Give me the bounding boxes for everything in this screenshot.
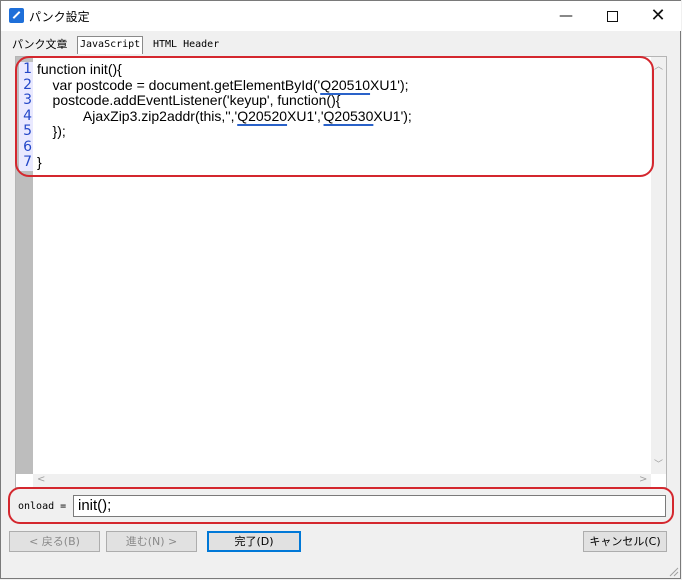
code-segment: XU1'); xyxy=(370,76,409,93)
line-number-gutter: 1 2 3 4 5 6 7 xyxy=(16,57,33,474)
code-line: }); xyxy=(37,123,66,139)
code-line: function init(){ xyxy=(37,61,122,77)
maximize-button[interactable] xyxy=(589,1,635,31)
code-segment: AjaxZip3.zip2addr(this,'',' xyxy=(37,107,238,124)
code-segment: XU1'); xyxy=(373,107,412,124)
back-button[interactable]: < 戻る(B) xyxy=(9,531,100,552)
scroll-up-icon[interactable]: ︿ xyxy=(654,59,663,72)
tab-punk-text[interactable]: パンク文章 xyxy=(10,37,70,53)
line-number: 6 xyxy=(19,139,33,155)
code-text[interactable]: function init(){ var postcode = document… xyxy=(37,61,412,171)
code-line: var postcode = document.getElementById('… xyxy=(37,76,412,94)
done-button[interactable]: 完了(D) xyxy=(207,531,301,552)
spellcheck-underline: Q20520 xyxy=(237,107,288,124)
minimize-button[interactable]: — xyxy=(543,1,589,31)
resize-grip-icon[interactable] xyxy=(667,565,679,577)
line-number: 7 xyxy=(19,154,33,171)
code-segment: var postcode = document.getElementById(' xyxy=(37,76,321,93)
app-icon xyxy=(9,8,24,23)
line-number: 4 xyxy=(19,108,33,124)
line-number: 2 xyxy=(19,77,33,93)
code-line: AjaxZip3.zip2addr(this,'','Q20520XU1','Q… xyxy=(37,107,412,125)
code-segment: XU1',' xyxy=(287,107,324,124)
tab-javascript[interactable]: JavaScript xyxy=(77,36,144,54)
tab-html-header[interactable]: HTML Header xyxy=(151,37,221,53)
scroll-left-icon[interactable]: < xyxy=(37,474,45,485)
spellcheck-underline: Q20510 xyxy=(320,76,371,93)
onload-label: onload = xyxy=(18,501,67,512)
close-button[interactable]: ✕ xyxy=(635,1,681,31)
scroll-right-icon[interactable]: > xyxy=(639,474,647,485)
spellcheck-underline: Q20530 xyxy=(323,107,374,124)
line-number: 1 xyxy=(19,61,33,78)
vertical-scrollbar[interactable]: ︿ ﹀ xyxy=(651,57,666,474)
horizontal-scrollbar[interactable]: < > xyxy=(33,474,651,487)
code-line: } xyxy=(37,154,42,170)
cancel-button[interactable]: キャンセル(C) xyxy=(583,531,667,552)
window-title: パンク設定 xyxy=(29,10,90,24)
maximize-icon xyxy=(606,10,618,22)
dialog-window: パンク設定 — ✕ パンク文章 JavaScript HTML Header 1… xyxy=(0,0,681,579)
code-editor[interactable]: 1 2 3 4 5 6 7 function init(){ var postc… xyxy=(15,56,667,488)
scroll-down-icon[interactable]: ﹀ xyxy=(654,457,663,470)
onload-input[interactable]: init(); xyxy=(73,495,666,517)
code-line: postcode.addEventListener('keyup', funct… xyxy=(37,92,341,108)
line-number: 3 xyxy=(19,92,33,109)
title-bar[interactable]: パンク設定 — ✕ xyxy=(1,1,681,31)
line-number: 5 xyxy=(19,123,33,140)
next-button[interactable]: 進む(N) > xyxy=(106,531,197,552)
